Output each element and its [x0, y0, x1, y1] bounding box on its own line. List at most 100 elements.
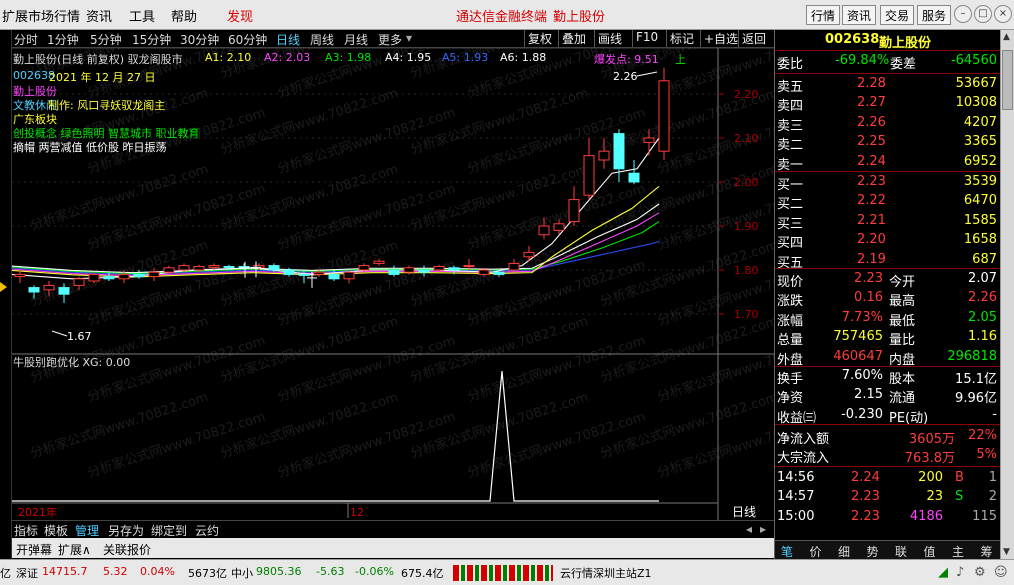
sell-volume: 4207	[963, 114, 997, 130]
sell-level-row[interactable]: 卖三 2.26 4207	[775, 114, 1001, 134]
candle-body	[283, 269, 295, 275]
flow-row[interactable]: 净流入额 3605万 22%	[775, 427, 1001, 447]
button-danmaku[interactable]: 开弹幕	[16, 541, 52, 558]
scroll-down-icon[interactable]: ▼	[1003, 547, 1010, 557]
close-icon[interactable]: ×	[994, 5, 1012, 23]
trade-tick-row[interactable]: 14:57 2.23 23 S 2	[775, 488, 1001, 507]
period-5min[interactable]: 5分钟	[90, 31, 122, 48]
period-60min[interactable]: 60分钟	[228, 31, 267, 48]
menu-extended-market[interactable]: 扩展市场行情	[2, 6, 80, 25]
stat-row[interactable]: 涨跌 0.16 最高 2.26	[775, 289, 1001, 309]
person-icon[interactable]: ☺	[994, 565, 1008, 580]
button-service[interactable]: 服务	[917, 5, 952, 25]
stat-row[interactable]: 涨幅 7.73% 最低 2.05	[775, 309, 1001, 329]
quote-tab[interactable]: 势	[867, 543, 879, 560]
buy-level-row[interactable]: 买三 2.21 1585	[775, 212, 1001, 232]
buy-level-row[interactable]: 买二 2.22 6470	[775, 192, 1001, 212]
sz-amount: 5673亿	[188, 567, 227, 580]
button-add-watchlist[interactable]: +自选	[700, 30, 741, 47]
minimize-icon[interactable]: –	[954, 5, 972, 23]
candle-body	[28, 287, 40, 293]
button-fuquan[interactable]: 复权	[524, 30, 555, 47]
restore-icon[interactable]: □	[974, 5, 992, 23]
more-dropdown-icon[interactable]: ▾	[406, 31, 412, 45]
menu-discover[interactable]: 发现	[227, 6, 253, 25]
quote-panel: 002638 勤上股份 委比 -69.84% 委差 -64560 卖五 2.28 5…	[774, 30, 1001, 560]
button-mark[interactable]: 标记	[666, 30, 697, 47]
quote-tab[interactable]: 值	[924, 543, 936, 560]
right-scrollbar[interactable]: ▲ ▼	[1000, 30, 1014, 559]
sell-level-row[interactable]: 卖一 2.24 6952	[775, 153, 1001, 173]
button-quotes[interactable]: 行情	[806, 5, 841, 25]
period-1min[interactable]: 1分钟	[47, 31, 79, 48]
flow-value: 763.8万	[904, 451, 955, 467]
trade-tick-row[interactable]: 14:56 2.24 200 B 1	[775, 469, 1001, 488]
period-30min[interactable]: 30分钟	[180, 31, 219, 48]
button-news[interactable]: 资讯	[842, 5, 877, 25]
quote-tab[interactable]: 价	[810, 543, 822, 560]
period-monthly[interactable]: 月线	[344, 31, 368, 48]
status-bar: 亿 深证 14715.7 5.32 0.04% 5673亿 中小 9805.36…	[0, 559, 1014, 585]
menu-tools[interactable]: 工具	[129, 6, 155, 25]
divider	[775, 466, 1001, 467]
stat-row[interactable]: 外盘 460647 内盘 296818	[775, 348, 1001, 368]
candle-body	[268, 265, 280, 271]
scroll-right-icon[interactable]: ▸	[760, 522, 766, 536]
flow-row[interactable]: 大宗流入 763.8万 5%	[775, 446, 1001, 467]
quote-code: 002638	[825, 32, 880, 47]
tab-save-as[interactable]: 另存为	[108, 522, 144, 539]
scroll-up-icon[interactable]: ▲	[1003, 32, 1010, 42]
scroll-thumb[interactable]	[1002, 50, 1013, 110]
button-back[interactable]: 返回	[738, 30, 769, 47]
scroll-left-icon[interactable]: ◂	[746, 522, 752, 536]
button-f10[interactable]: F10	[632, 30, 661, 47]
stat-row[interactable]: 收益㈢ -0.230 PE(动) -	[775, 406, 1001, 426]
sell-level-row[interactable]: 卖四 2.27 10308	[775, 94, 1001, 114]
period-fenshi[interactable]: 分时	[14, 31, 38, 48]
stat-row[interactable]: 换手 7.60% 股本 15.1亿	[775, 367, 1001, 387]
left-gutter	[0, 30, 12, 560]
stat-row[interactable]: 现价 2.23 今开 2.07	[775, 270, 1001, 290]
server-name[interactable]: 云行情深圳主站Z1	[560, 565, 652, 581]
menu-news[interactable]: 资讯	[86, 6, 112, 25]
stat-label: 总量	[777, 333, 804, 349]
sell-level-row[interactable]: 卖五 2.28 53667	[775, 75, 1001, 95]
sell-price: 2.24	[857, 153, 886, 169]
buy-level-row[interactable]: 买一 2.23 3539	[775, 173, 1001, 193]
button-expand[interactable]: 扩展∧	[58, 541, 91, 558]
kline-chart[interactable]: 分析家公式网www.70822.com 分析家公式网www.70822.com 分析…	[12, 48, 774, 520]
period-weekly[interactable]: 周线	[310, 31, 334, 48]
sell-level-row[interactable]: 卖二 2.25 3365	[775, 133, 1001, 153]
quote-tab[interactable]: 筹	[981, 543, 993, 560]
stat-row[interactable]: 净资 2.15 流通 9.96亿	[775, 386, 1001, 406]
button-draw[interactable]: 画线	[594, 30, 625, 47]
period-15min[interactable]: 15分钟	[132, 31, 171, 48]
buy-price: 2.23	[857, 174, 886, 189]
stat-label: 收益㈢	[777, 410, 817, 426]
quote-tab[interactable]: 联	[895, 543, 907, 560]
tab-bind-to[interactable]: 绑定到	[151, 522, 187, 539]
button-overlay[interactable]: 叠加	[558, 30, 589, 47]
buy-price: 2.21	[857, 212, 886, 228]
tab-manage[interactable]: 管理	[75, 522, 99, 539]
info-author: 制作: 风口寻妖驭龙阁主	[48, 99, 166, 112]
menu-help[interactable]: 帮助	[171, 6, 197, 25]
quote-tab[interactable]: 主	[952, 543, 964, 560]
period-more[interactable]: 更多	[378, 31, 402, 48]
buy-level-row[interactable]: 买五 2.19 687	[775, 251, 1001, 271]
button-related-quotes[interactable]: 关联报价	[103, 541, 151, 558]
x-label-2021: 2021年	[18, 505, 57, 519]
trade-tick-row[interactable]: 15:00 2.23 4186 115	[775, 508, 1001, 527]
buy-level-row[interactable]: 买四 2.20 1658	[775, 231, 1001, 251]
period-daily[interactable]: 日线	[276, 31, 300, 48]
quote-tab[interactable]: 细	[838, 543, 850, 560]
tick-time: 14:56	[777, 470, 815, 485]
settings-icon[interactable]: ⚙	[974, 565, 986, 580]
tab-template[interactable]: 模板	[44, 522, 68, 539]
button-trade[interactable]: 交易	[880, 5, 915, 25]
bell-icon[interactable]: ♪	[956, 565, 964, 580]
stat-row[interactable]: 总量 757465 量比 1.16	[775, 328, 1001, 349]
quote-tab[interactable]: 笔	[781, 543, 793, 560]
tab-cloud[interactable]: 云约	[195, 522, 219, 539]
tab-indicator[interactable]: 指标	[14, 522, 38, 539]
